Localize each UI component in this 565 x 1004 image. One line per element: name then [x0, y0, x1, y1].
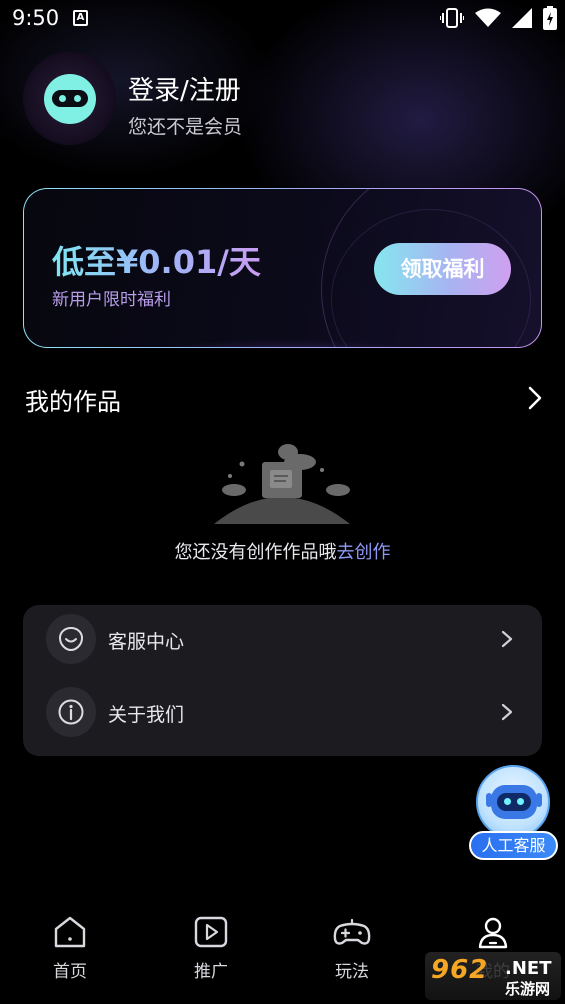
- promo-price: 低至¥0.01/天: [52, 237, 261, 283]
- avatar-visor: [52, 90, 88, 107]
- chevron-right-icon: [501, 630, 513, 648]
- wifi-icon: [474, 8, 501, 27]
- notification-icon: A: [73, 10, 88, 26]
- support-robot-icon: [476, 765, 550, 839]
- claim-benefit-button[interactable]: 领取福利: [374, 243, 511, 295]
- empty-works-illustration: [214, 444, 350, 524]
- robot-eye-left: [504, 798, 511, 805]
- promo-glow: [24, 327, 541, 347]
- menu-item-label: 关于我们: [108, 704, 185, 726]
- robot-avatar-icon: [44, 74, 96, 124]
- nav-home[interactable]: 首页: [25, 915, 115, 995]
- my-works-title[interactable]: 我的作品: [25, 382, 121, 417]
- watermark-net: .NET: [505, 958, 552, 979]
- signal-icon: [511, 8, 532, 28]
- vibrate-icon: [439, 8, 464, 28]
- nav-promote[interactable]: 推广: [166, 915, 256, 995]
- watermark-site-name: 乐游网: [505, 980, 551, 998]
- avatar-eye-left: [59, 95, 66, 102]
- membership-status: 您还不是会员: [128, 116, 243, 138]
- site-watermark: 962 .NET 乐游网: [425, 952, 561, 1000]
- settings-menu-card: 客服中心 关于我们: [23, 605, 542, 756]
- robot-eye-right: [517, 798, 524, 805]
- nav-label: 推广: [194, 962, 228, 982]
- watermark-number: 962: [431, 955, 489, 985]
- login-register-link[interactable]: 登录/注册: [128, 70, 241, 107]
- chevron-right-icon: [501, 703, 513, 721]
- menu-item-label: 客服中心: [108, 631, 185, 653]
- human-support-label: 人工客服: [469, 831, 558, 860]
- customer-service-icon: [46, 614, 96, 664]
- menu-item-customer-service[interactable]: 客服中心: [23, 607, 542, 671]
- chevron-right-icon[interactable]: [526, 385, 544, 411]
- status-bar: 9:50 A: [0, 0, 565, 38]
- nav-label: 玩法: [335, 962, 369, 982]
- battery-icon: [543, 6, 557, 30]
- gamepad-icon: [333, 918, 371, 945]
- info-icon: [46, 687, 96, 737]
- menu-item-about-us[interactable]: 关于我们: [23, 680, 542, 744]
- user-icon: [478, 917, 508, 949]
- robot-visor: [497, 793, 531, 811]
- avatar-eye-right: [74, 95, 81, 102]
- empty-works-message: 您还没有创作作品哦去创作: [0, 538, 565, 564]
- promo-subtitle: 新用户限时福利: [52, 290, 171, 310]
- human-support-button[interactable]: 人工客服: [469, 765, 559, 860]
- play-icon: [194, 916, 228, 948]
- nav-gameplay[interactable]: 玩法: [307, 915, 397, 995]
- go-create-link[interactable]: 去创作: [337, 542, 391, 563]
- status-time: 9:50: [12, 6, 60, 30]
- robot-head: [491, 785, 537, 819]
- new-user-promo-card[interactable]: 低至¥0.01/天 新用户限时福利 领取福利: [23, 188, 542, 348]
- nav-label: 首页: [53, 962, 87, 982]
- empty-works-text: 您还没有创作作品哦: [174, 542, 337, 563]
- status-icons: [434, 6, 557, 30]
- home-icon: [54, 916, 86, 948]
- avatar[interactable]: [23, 52, 116, 145]
